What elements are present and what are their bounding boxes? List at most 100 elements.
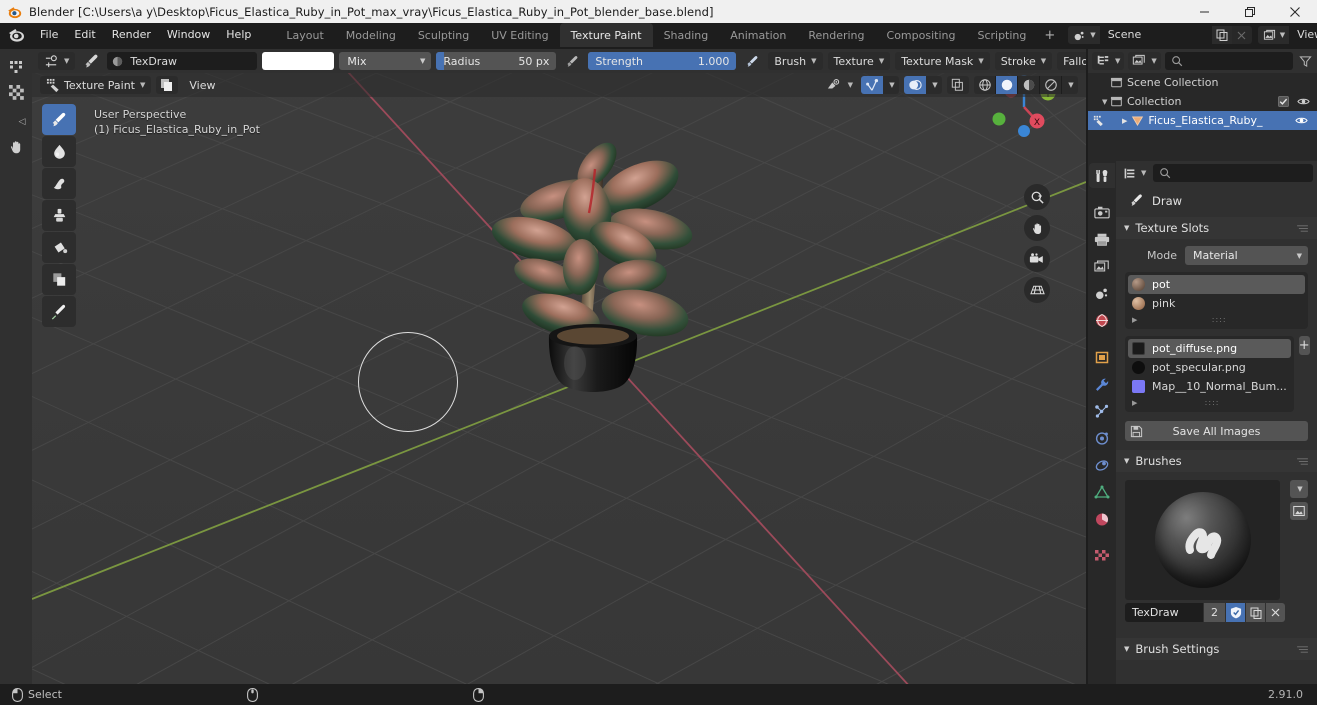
gizmo-popover[interactable]: ▼ bbox=[883, 76, 899, 94]
shading-popover[interactable]: ▼ bbox=[1062, 76, 1078, 94]
shading-rendered[interactable] bbox=[1040, 76, 1062, 94]
menu-help[interactable]: Help bbox=[218, 25, 259, 45]
panel-brushes-header[interactable]: ▼ Brushes bbox=[1116, 450, 1317, 472]
material-list-footer[interactable]: ▶ :::: bbox=[1128, 313, 1305, 326]
brush-preset-field[interactable]: TexDraw bbox=[107, 52, 258, 70]
image-slot-row[interactable]: pot_diffuse.png bbox=[1128, 339, 1291, 358]
properties-tab-output[interactable] bbox=[1089, 227, 1115, 252]
brush-preview-toggle-button[interactable] bbox=[1290, 502, 1308, 520]
properties-tab-scene[interactable] bbox=[1089, 281, 1115, 306]
properties-tab-object[interactable] bbox=[1089, 345, 1115, 370]
view-layer-name-field[interactable]: View Layer bbox=[1289, 26, 1317, 44]
add-workspace-button[interactable]: + bbox=[1037, 28, 1062, 43]
properties-tab-material[interactable] bbox=[1089, 507, 1115, 532]
properties-editor-type-button[interactable]: ▼ bbox=[1120, 164, 1149, 182]
brush-preview[interactable] bbox=[1125, 480, 1280, 600]
scene-browse-button[interactable]: ▼ bbox=[1068, 26, 1100, 44]
material-slot-row[interactable]: pink bbox=[1128, 294, 1305, 313]
strength-pressure-icon[interactable] bbox=[741, 52, 763, 70]
shading-material-preview[interactable] bbox=[1018, 76, 1040, 94]
tab-compositing[interactable]: Compositing bbox=[876, 23, 967, 47]
tool-soften[interactable] bbox=[42, 136, 76, 167]
tab-texture-paint[interactable]: Texture Paint bbox=[559, 23, 653, 47]
collection-checkbox[interactable] bbox=[1278, 96, 1289, 107]
ficus-plant-object[interactable] bbox=[469, 117, 729, 417]
image-slot-list[interactable]: pot_diffuse.png pot_specular.png Map__10… bbox=[1125, 336, 1294, 412]
list-resize-grip[interactable]: :::: bbox=[1212, 315, 1227, 324]
properties-search-input[interactable] bbox=[1153, 164, 1313, 182]
shading-solid[interactable] bbox=[996, 76, 1018, 94]
brush-popover[interactable]: Brush ▼ bbox=[768, 52, 823, 70]
tool-smear[interactable] bbox=[42, 168, 76, 199]
blend-mode-dropdown[interactable]: Mix ▼ bbox=[339, 52, 432, 70]
blender-menu-icon[interactable] bbox=[6, 24, 28, 46]
properties-tab-physics[interactable] bbox=[1089, 426, 1115, 451]
tab-sculpting[interactable]: Sculpting bbox=[407, 23, 480, 47]
collapse-arrow-icon[interactable]: ◁ bbox=[12, 112, 32, 132]
outliner-filter-button[interactable] bbox=[1297, 55, 1313, 68]
tab-scripting[interactable]: Scripting bbox=[966, 23, 1037, 47]
list-resize-grip[interactable]: :::: bbox=[1205, 398, 1220, 407]
properties-tab-texture[interactable] bbox=[1089, 544, 1115, 569]
scene-unlink-button[interactable] bbox=[1232, 26, 1252, 44]
tab-layout[interactable]: Layout bbox=[275, 23, 334, 47]
outliner-row-ficus-object[interactable]: ▶ Ficus_Elastica_Ruby_ bbox=[1088, 111, 1317, 130]
properties-tab-constraints[interactable] bbox=[1089, 453, 1115, 478]
expander-right-icon[interactable]: ▶ bbox=[1110, 117, 1127, 125]
add-texture-slot-button[interactable]: + bbox=[1298, 336, 1310, 355]
image-list-footer[interactable]: ▶ :::: bbox=[1128, 396, 1291, 409]
minimize-button[interactable] bbox=[1182, 0, 1227, 23]
brush-fake-user-button[interactable] bbox=[1225, 603, 1245, 622]
interaction-mode-dropdown[interactable]: Texture Paint ▼ bbox=[40, 76, 152, 94]
outliner-row-scene-collection[interactable]: Scene Collection bbox=[1088, 73, 1317, 92]
tool-annotate[interactable] bbox=[42, 296, 76, 327]
camera-view-button[interactable] bbox=[1024, 246, 1050, 272]
tab-shading[interactable]: Shading bbox=[653, 23, 720, 47]
eye-icon[interactable] bbox=[1295, 115, 1317, 126]
panel-brush-settings-header[interactable]: ▼ Brush Settings bbox=[1116, 638, 1317, 660]
texture-mask-popover[interactable]: Texture Mask ▼ bbox=[895, 52, 990, 70]
texture-popover[interactable]: Texture ▼ bbox=[827, 52, 891, 70]
pan-button[interactable] bbox=[1024, 215, 1050, 241]
material-slot-row[interactable]: pot bbox=[1128, 275, 1305, 294]
mode-dropdown[interactable]: Material ▼ bbox=[1185, 246, 1308, 265]
object-visibility-popover[interactable]: ▼ bbox=[824, 76, 856, 94]
eye-icon[interactable] bbox=[1297, 96, 1310, 107]
outliner-row-collection[interactable]: ▼ Collection bbox=[1088, 92, 1317, 111]
brush-duplicate-button[interactable] bbox=[1245, 603, 1265, 622]
mode-extra-button[interactable] bbox=[156, 76, 179, 94]
image-slot-row[interactable]: pot_specular.png bbox=[1128, 358, 1291, 377]
overlays-popover[interactable]: ▼ bbox=[926, 76, 942, 94]
hand-tool-icon[interactable] bbox=[6, 137, 26, 157]
tool-fill[interactable] bbox=[42, 232, 76, 263]
tool-clone[interactable] bbox=[42, 200, 76, 231]
menu-edit[interactable]: Edit bbox=[66, 25, 103, 45]
properties-tab-render[interactable] bbox=[1089, 200, 1115, 225]
brush-unlink-button[interactable] bbox=[1265, 603, 1285, 622]
properties-tab-modifiers[interactable] bbox=[1089, 372, 1115, 397]
view-menu[interactable]: View bbox=[183, 76, 221, 94]
toggle-perspective-button[interactable] bbox=[1024, 277, 1050, 303]
menu-render[interactable]: Render bbox=[104, 25, 159, 45]
tool-settings-popover[interactable]: ▼ bbox=[38, 52, 76, 70]
brush-users-count[interactable]: 2 bbox=[1203, 603, 1225, 622]
falloff-popover[interactable]: Falloff▼ bbox=[1057, 52, 1086, 70]
menu-window[interactable]: Window bbox=[159, 25, 218, 45]
scene-name-field[interactable]: Scene bbox=[1099, 26, 1212, 44]
material-slot-list[interactable]: pot pink ▶ :::: bbox=[1125, 272, 1308, 329]
tab-animation[interactable]: Animation bbox=[719, 23, 797, 47]
outliner-editor-type-button[interactable]: ▼ bbox=[1092, 52, 1125, 70]
xray-toggle[interactable] bbox=[947, 76, 969, 94]
outliner-search-input[interactable] bbox=[1164, 52, 1293, 70]
expander-down-icon[interactable]: ▼ bbox=[1092, 98, 1107, 106]
tab-uv-editing[interactable]: UV Editing bbox=[480, 23, 559, 47]
properties-tab-world[interactable] bbox=[1089, 308, 1115, 333]
tool-mask[interactable] bbox=[42, 264, 76, 295]
scene-new-button[interactable] bbox=[1211, 26, 1232, 44]
save-all-images-button[interactable]: Save All Images bbox=[1125, 421, 1308, 441]
brush-name-field[interactable]: TexDraw bbox=[1125, 603, 1203, 622]
image-slot-row[interactable]: Map__10_Normal_Bum... bbox=[1128, 377, 1291, 396]
menu-file[interactable]: File bbox=[32, 25, 66, 45]
strength-slider[interactable]: Strength 1.000 bbox=[588, 52, 737, 70]
radius-slider[interactable]: Radius 50 px bbox=[436, 52, 557, 70]
